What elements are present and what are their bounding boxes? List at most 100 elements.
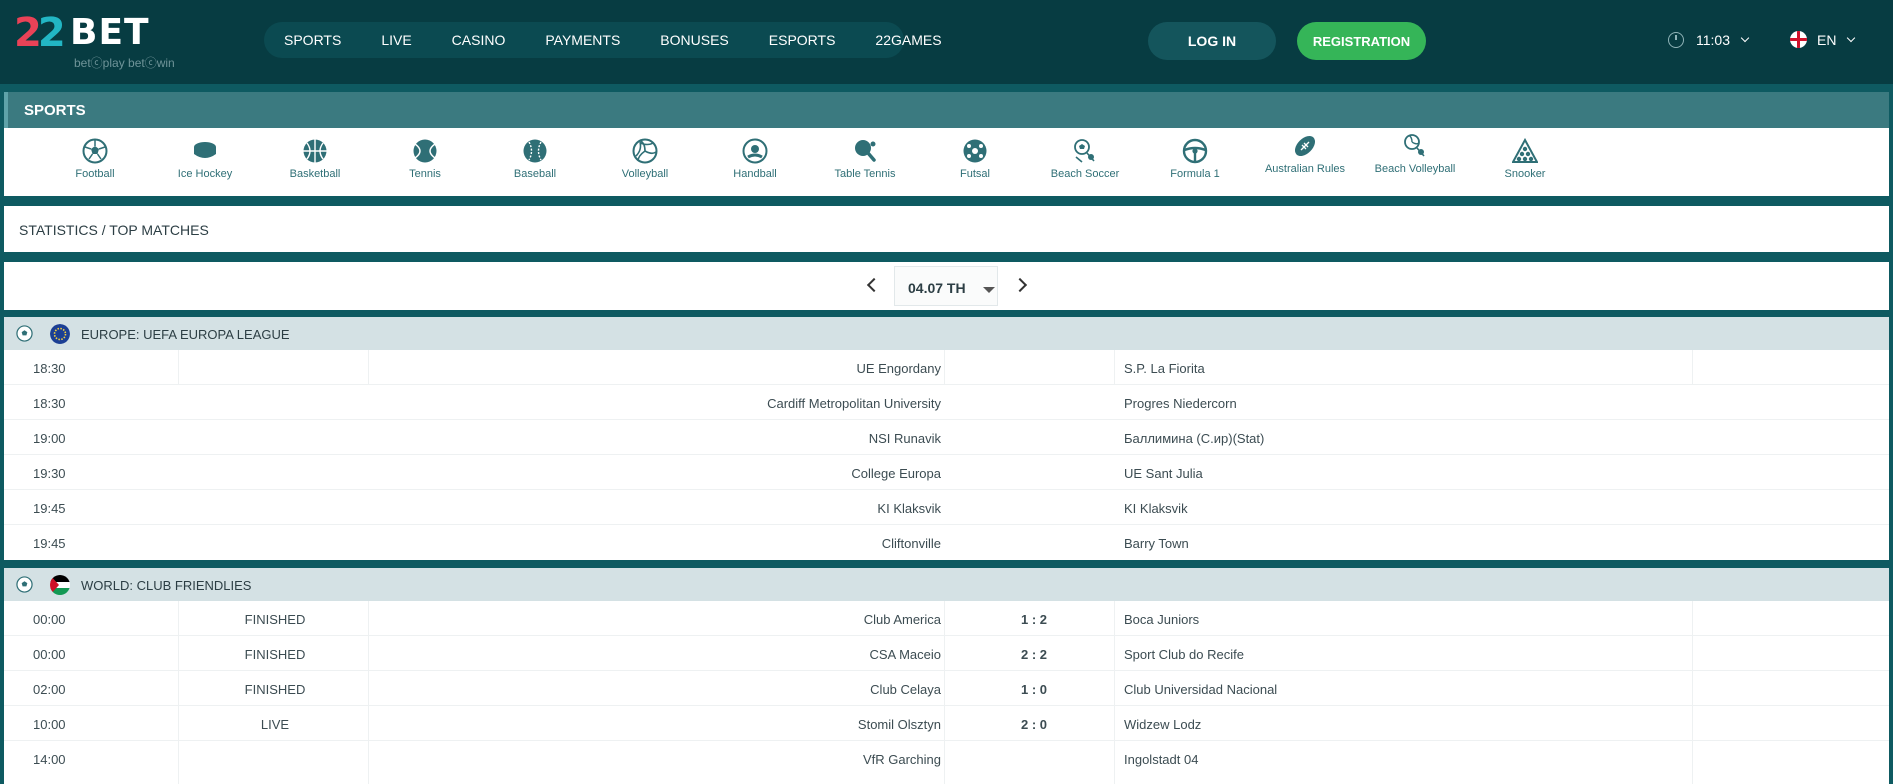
away-team: Barry Town [1124, 536, 1189, 551]
europe-flag-icon [50, 324, 70, 344]
sports-title: SPORTS [24, 102, 86, 119]
league-header[interactable]: EUROPE: UEFA EUROPA LEAGUE [4, 317, 1889, 350]
away-team: Club Universidad Nacional [1124, 682, 1278, 697]
sport-table-tennis[interactable]: Table Tennis [815, 138, 915, 180]
volleyball-icon [632, 138, 658, 164]
matches-list-europa-league: 18:30 UE Engordany S.P. La Fiorita 18:30… [4, 350, 1889, 560]
match-row[interactable]: 19:00 NSI Runavik Баллимина (С.ир)(Stat) [4, 420, 1889, 455]
nav-bonuses[interactable]: BONUSES [660, 32, 728, 48]
sport-tennis[interactable]: Tennis [375, 138, 475, 180]
match-status: FINISHED [244, 612, 306, 627]
prev-date-icon[interactable] [866, 277, 882, 293]
away-team: Ingolstadt 04 [1124, 752, 1199, 767]
sport-futsal[interactable]: Futsal [925, 138, 1025, 180]
away-team: Progres Niedercorn [1124, 396, 1237, 411]
match-status: FINISHED [244, 647, 306, 662]
language-selector[interactable]: EN [1790, 31, 1856, 48]
home-team: VfR Garching [862, 752, 941, 767]
match-row[interactable]: 02:00 FINISHED Club Celaya 1 : 0 Club Un… [4, 671, 1889, 706]
clock-selector[interactable]: 11:03 [1668, 32, 1750, 48]
steering-wheel-icon [1182, 138, 1208, 164]
football-icon [16, 576, 33, 593]
away-team: Баллимина (С.ир)(Stat) [1124, 431, 1265, 446]
match-time: 19:00 [33, 431, 66, 446]
beach-soccer-icon [1074, 139, 1095, 163]
australian-rules-icon [1294, 135, 1316, 157]
date-navigator: 04.07 TH [4, 262, 1889, 310]
clock-time: 11:03 [1696, 32, 1730, 48]
table-tennis-icon [855, 140, 876, 162]
breadcrumb: STATISTICS / TOP MATCHES [4, 206, 1889, 252]
sports-bar: Football Ice Hockey Basketball Tennis Ba… [4, 128, 1889, 196]
nav-live[interactable]: LIVE [381, 32, 411, 48]
sport-formula-1[interactable]: Formula 1 [1145, 138, 1245, 180]
sport-beach-soccer[interactable]: Beach Soccer [1035, 138, 1135, 180]
logo-number: 22 [14, 10, 66, 56]
logo-22bet[interactable]: 22 BET betⓒplay betⓒwin [14, 10, 194, 70]
sport-beach-volleyball[interactable]: Beach Volleyball [1365, 133, 1465, 175]
date-value: 04.07 TH [908, 280, 966, 296]
match-row[interactable]: 00:00 FINISHED Club America 1 : 2 Boca J… [4, 601, 1889, 636]
sports-panel-header: SPORTS [4, 92, 1889, 128]
match-row[interactable]: 18:30 UE Engordany S.P. La Fiorita [4, 350, 1889, 385]
home-team: Cardiff Metropolitan University [767, 396, 941, 411]
match-row[interactable]: 19:45 KI Klaksvik KI Klaksvik [4, 490, 1889, 525]
home-team: College Europa [851, 466, 941, 481]
league-header[interactable]: WORLD: CLUB FRIENDLIES [4, 568, 1889, 601]
top-header: 22 BET betⓒplay betⓒwin SPORTS LIVE CASI… [0, 0, 1893, 84]
match-row[interactable]: 19:45 Cliftonville Barry Town [4, 525, 1889, 560]
chevron-down-icon [1740, 33, 1750, 43]
match-row[interactable]: 00:00 FINISHED CSA Maceio 2 : 2 Sport Cl… [4, 636, 1889, 671]
snooker-icon [1512, 138, 1538, 163]
puck-icon [194, 142, 216, 158]
tennis-icon [413, 139, 437, 163]
home-team: KI Klaksvik [877, 501, 941, 516]
home-team: UE Engordany [856, 361, 941, 376]
nav-payments[interactable]: PAYMENTS [545, 32, 620, 48]
matches-list-club-friendlies: 00:00 FINISHED Club America 1 : 2 Boca J… [4, 601, 1889, 784]
match-row[interactable]: 18:30 Cardiff Metropolitan University Pr… [4, 385, 1889, 420]
login-button[interactable]: LOG IN [1148, 22, 1276, 60]
nav-esports[interactable]: ESPORTS [769, 32, 836, 48]
match-row[interactable]: 10:00 LIVE Stomil Olsztyn 2 : 0 Widzew L… [4, 706, 1889, 741]
basketball-icon [303, 139, 327, 163]
match-score: 1 : 0 [1020, 682, 1047, 697]
sport-volleyball[interactable]: Volleyball [595, 138, 695, 180]
home-team: CSA Maceio [869, 647, 941, 662]
match-time: 19:45 [33, 501, 66, 516]
home-team: NSI Runavik [868, 431, 941, 446]
language-code: EN [1817, 31, 1837, 48]
away-team: Widzew Lodz [1124, 717, 1202, 732]
match-time: 00:00 [33, 647, 66, 662]
sport-australian-rules[interactable]: Australian Rules [1255, 133, 1355, 175]
breadcrumb-text[interactable]: STATISTICS / TOP MATCHES [19, 222, 209, 238]
match-time: 19:30 [33, 466, 66, 481]
match-score: 2 : 2 [1020, 647, 1047, 662]
nav-22games[interactable]: 22GAMES [875, 32, 941, 48]
logo-word: BET [70, 12, 150, 53]
sport-handball[interactable]: Handball [705, 138, 805, 180]
world-flag-icon [50, 575, 70, 595]
date-select[interactable]: 04.07 TH [894, 266, 998, 306]
next-date-icon[interactable] [1012, 277, 1028, 293]
beach-volleyball-icon [1404, 134, 1425, 157]
match-score: 2 : 0 [1020, 717, 1047, 732]
match-time: 14:00 [33, 752, 66, 767]
sport-ice-hockey[interactable]: Ice Hockey [155, 138, 255, 180]
match-time: 18:30 [33, 396, 66, 411]
england-flag-icon [1790, 31, 1807, 48]
sport-football[interactable]: Football [45, 138, 145, 180]
sport-baseball[interactable]: Baseball [485, 138, 585, 180]
match-score: 1 : 2 [1020, 612, 1047, 627]
main-nav: SPORTS LIVE CASINO PAYMENTS BONUSES ESPO… [264, 22, 942, 58]
sport-basketball[interactable]: Basketball [265, 138, 365, 180]
nav-sports[interactable]: SPORTS [284, 32, 341, 48]
away-team: Sport Club do Recife [1124, 647, 1244, 662]
sport-snooker[interactable]: Snooker [1475, 138, 1575, 180]
match-time: 02:00 [33, 682, 66, 697]
match-time: 18:30 [33, 361, 66, 376]
registration-button[interactable]: REGISTRATION [1297, 22, 1426, 60]
match-row[interactable]: 19:30 College Europa UE Sant Julia [4, 455, 1889, 490]
match-row[interactable]: 14:00 VfR Garching Ingolstadt 04 [4, 741, 1889, 776]
nav-casino[interactable]: CASINO [452, 32, 506, 48]
